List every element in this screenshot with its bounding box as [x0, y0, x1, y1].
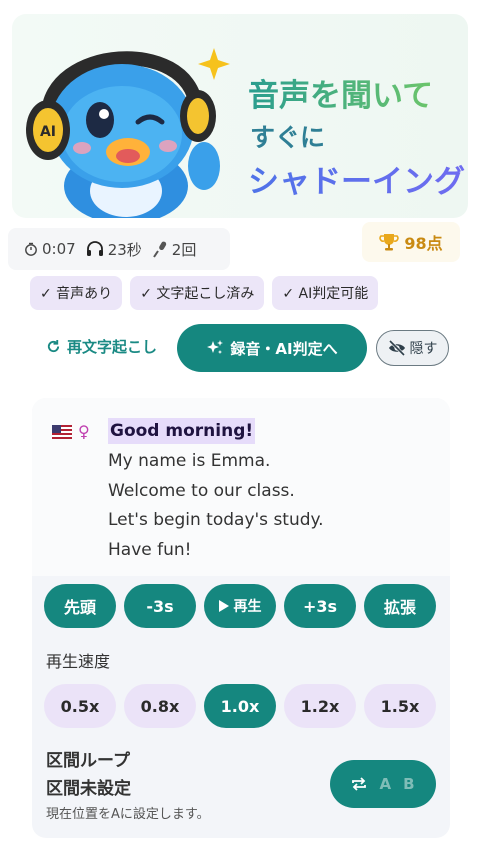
score-value: 98点 [404, 234, 443, 253]
section-loop-state: 区間未設定 [46, 779, 131, 799]
us-flag-icon [52, 424, 72, 439]
section-loop-title: 区間ループ [46, 751, 130, 771]
transcript-line[interactable]: Have fun! [108, 536, 324, 566]
hero-banner: AI 音声を聞いて すぐに シャドーイング [12, 14, 468, 218]
transcript-line-current[interactable]: Good morning! [108, 418, 256, 444]
seek-start-button[interactable]: 先頭 [44, 584, 116, 628]
speed-options: 0.5x 0.8x 1.0x 1.2x 1.5x [44, 684, 436, 728]
play-label: 再生 [233, 599, 262, 615]
duration-stat: 0:07 [24, 240, 76, 258]
speed-option-1-5x[interactable]: 1.5x [364, 684, 436, 728]
expand-button[interactable]: 拡張 [364, 584, 436, 628]
refresh-icon [47, 339, 60, 353]
hero-headline-2: すぐに [250, 123, 326, 152]
hide-label: 隠す [409, 341, 438, 357]
section-loop-hint: 現在位置をAに設定します。 [46, 807, 210, 822]
transcript-line[interactable]: My name is Emma. [108, 447, 324, 477]
retranscribe-button[interactable]: 再文字起こし [46, 336, 157, 357]
sparkle-icon [207, 340, 224, 354]
play-button[interactable]: 再生 [204, 584, 276, 628]
stopwatch-icon [25, 242, 37, 256]
listen-time-value: 23秒 [107, 240, 142, 259]
status-chips: ✓ 音声あり ✓ 文字起こし済み ✓ AI判定可能 [30, 276, 379, 310]
listen-time-stat: 23秒 [86, 239, 142, 260]
record-count-stat: 2回 [152, 239, 197, 260]
loop-point-a: A [379, 775, 392, 793]
eye-off-icon [388, 340, 405, 356]
record-ai-judge-label: 録音・AI判定へ [230, 339, 338, 358]
playback-controls: 先頭 -3s 再生 +3s 拡張 [44, 584, 436, 628]
repeat-icon [352, 777, 367, 791]
record-ai-judge-button[interactable]: 録音・AI判定へ [177, 324, 367, 372]
female-voice-icon: ♀ [78, 422, 90, 441]
transcript-player-card: ♀ Good morning! My name is Emma. Welcome… [32, 398, 450, 838]
transcript-line[interactable]: Welcome to our class. [108, 477, 324, 507]
language-indicator: ♀ [52, 422, 90, 441]
hero-headline-1: 音声を聞いて [248, 70, 433, 115]
duration-value: 0:07 [42, 240, 76, 258]
loop-point-b: B [403, 775, 415, 793]
transcript-lines: Good morning! My name is Emma. Welcome t… [108, 418, 324, 565]
speed-label: 再生速度 [46, 652, 111, 671]
speed-option-0-5x[interactable]: 0.5x [44, 684, 116, 728]
stats-bar: 0:07 23秒 2回 [8, 228, 230, 270]
score-badge: 98点 [362, 222, 460, 262]
chip-transcribed: ✓ 文字起こし済み [130, 276, 265, 310]
ab-loop-button[interactable]: A B [330, 760, 436, 808]
microphone-icon [152, 241, 166, 258]
hide-button[interactable]: 隠す [376, 330, 449, 366]
speed-option-1-2x[interactable]: 1.2x [284, 684, 356, 728]
forward-3s-button[interactable]: +3s [284, 584, 356, 628]
mascot-bird-image: AI [26, 48, 230, 218]
svg-text:AI: AI [40, 124, 56, 140]
record-count-value: 2回 [171, 240, 197, 259]
headphones-icon [86, 241, 103, 256]
rewind-3s-button[interactable]: -3s [124, 584, 196, 628]
speed-option-1-0x-selected[interactable]: 1.0x [204, 684, 276, 728]
retranscribe-label: 再文字起こし [67, 338, 158, 356]
play-icon [218, 600, 229, 612]
transcript-line[interactable]: Let's begin today's study. [108, 506, 324, 536]
hero-headline-3: シャドーイング [248, 156, 465, 201]
speed-option-0-8x[interactable]: 0.8x [124, 684, 196, 728]
chip-has-audio: ✓ 音声あり [30, 276, 123, 310]
chip-ai-judge: ✓ AI判定可能 [272, 276, 379, 310]
action-row: 再文字起こし 録音・AI判定へ 隠す [0, 324, 480, 372]
trophy-icon [379, 234, 400, 251]
